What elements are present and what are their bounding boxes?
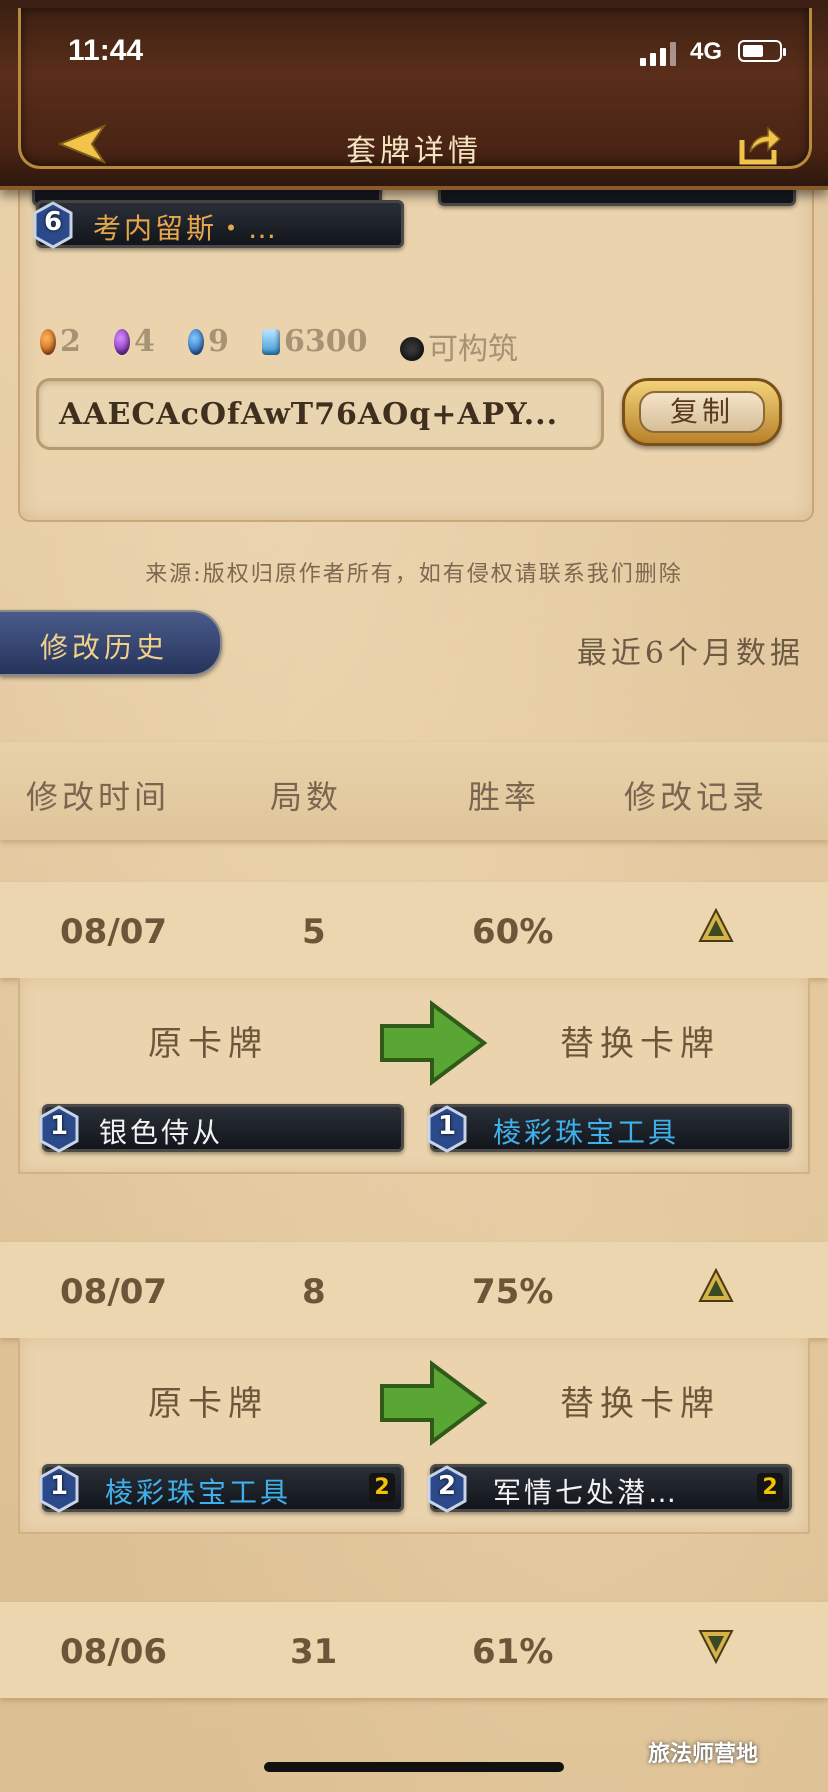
card-name: 棱彩珠宝工具: [493, 1116, 680, 1149]
table-row[interactable]: 08/07 5 60%: [0, 882, 828, 978]
deck-code-text: AAECAcOfAwT76AOq+APY...: [59, 397, 559, 432]
status-time: 11:44: [68, 34, 144, 67]
card-cost: 1: [437, 1111, 457, 1141]
row-winrate: 61%: [472, 1632, 554, 1672]
column-header-winrate: 胜率: [468, 778, 541, 816]
row-date: 08/06: [60, 1632, 168, 1672]
deck-code-field[interactable]: AAECAcOfAwT76AOq+APY...: [36, 378, 604, 450]
original-card-bar[interactable]: 1 棱彩珠宝工具 2: [39, 1464, 404, 1513]
change-detail-panel: 原卡牌 替换卡牌 1 银色侍从 1 棱彩珠宝工具: [18, 978, 810, 1174]
replace-card-label: 替换卡牌: [560, 1024, 720, 1064]
craftable-status: 可构筑: [400, 324, 518, 368]
share-icon[interactable]: [736, 122, 782, 168]
blue-dust: 9: [188, 324, 229, 359]
original-card-bar[interactable]: 1 银色侍从: [39, 1104, 404, 1153]
total-dust: 6300: [262, 324, 368, 359]
purple-dust: 4: [114, 324, 155, 359]
signal-icon: [640, 40, 680, 66]
card-cost: 2: [437, 1471, 457, 1501]
mana-gem-icon: 2: [425, 1465, 469, 1513]
replace-card-label: 替换卡牌: [560, 1384, 720, 1424]
card-cost: 1: [49, 1471, 69, 1501]
history-table-header: 修改时间 局数 胜率 修改记录: [0, 742, 828, 840]
row-winrate: 75%: [472, 1272, 554, 1312]
mana-gem-icon: 1: [425, 1105, 469, 1153]
copy-button[interactable]: 复制: [622, 378, 782, 446]
orange-gem-icon: [40, 329, 56, 355]
tab-edit-history[interactable]: 修改历史: [0, 610, 222, 676]
home-indicator[interactable]: [264, 1762, 564, 1772]
replace-card-bar[interactable]: 2 军情七处潜… 2: [427, 1464, 792, 1513]
data-range-label: 最近6个月数据: [576, 636, 804, 671]
dust-bottle-icon: [262, 329, 280, 355]
history-tab-label: 修改历史: [40, 631, 169, 664]
table-row[interactable]: 08/06 31 61%: [0, 1602, 828, 1698]
card-name: 军情七处潜…: [493, 1476, 680, 1509]
card-count-badge: 2: [757, 1473, 783, 1503]
row-games: 8: [302, 1272, 326, 1312]
row-games: 5: [302, 912, 326, 952]
card-name: 银色侍从: [99, 1116, 224, 1149]
column-header-record: 修改记录: [624, 778, 769, 816]
row-date: 08/07: [60, 912, 168, 952]
source-notice: 来源:版权归原作者所有，如有侵权请联系我们删除: [145, 562, 683, 587]
card-name: 考内留斯・…: [93, 212, 280, 245]
network-type: 4G: [690, 38, 723, 65]
column-header-games: 局数: [270, 778, 343, 816]
expand-up-triangle-icon[interactable]: [698, 907, 734, 944]
blue-gem-icon: [188, 329, 204, 355]
card-cost: 6: [43, 207, 63, 237]
table-row[interactable]: 08/07 8 75%: [0, 1242, 828, 1338]
mana-gem-icon: 6: [31, 201, 75, 249]
right-arrow-icon: [378, 1000, 488, 1086]
orange-dust: 2: [40, 324, 81, 359]
row-winrate: 60%: [472, 912, 554, 952]
purple-gem-icon: [114, 329, 130, 355]
card-name: 棱彩珠宝工具: [105, 1476, 292, 1509]
original-card-label: 原卡牌: [148, 1384, 268, 1424]
mana-gem-icon: 1: [37, 1465, 81, 1513]
battery-icon: [738, 40, 786, 62]
right-arrow-icon: [378, 1360, 488, 1446]
column-header-time: 修改时间: [26, 778, 171, 816]
original-card-label: 原卡牌: [148, 1024, 268, 1064]
change-detail-panel: 原卡牌 替换卡牌 1 棱彩珠宝工具 2 2 军情七处潜… 2: [18, 1338, 810, 1534]
row-date: 08/07: [60, 1272, 168, 1312]
expand-down-triangle-icon[interactable]: [698, 1628, 734, 1665]
replace-card-bar[interactable]: 1 棱彩珠宝工具: [427, 1104, 792, 1153]
check-icon: [400, 337, 424, 361]
expand-up-triangle-icon[interactable]: [698, 1267, 734, 1304]
card-count-badge: 2: [369, 1473, 395, 1503]
row-games: 31: [290, 1632, 338, 1672]
watermark-logo: 旅法师营地: [648, 1742, 759, 1767]
mana-gem-icon: 1: [37, 1105, 81, 1153]
card-cost: 1: [49, 1111, 69, 1141]
page-title: 套牌详情: [346, 134, 482, 169]
deck-card-row[interactable]: 6 考内留斯・…: [33, 200, 404, 249]
copy-button-label: 复制: [639, 391, 765, 433]
